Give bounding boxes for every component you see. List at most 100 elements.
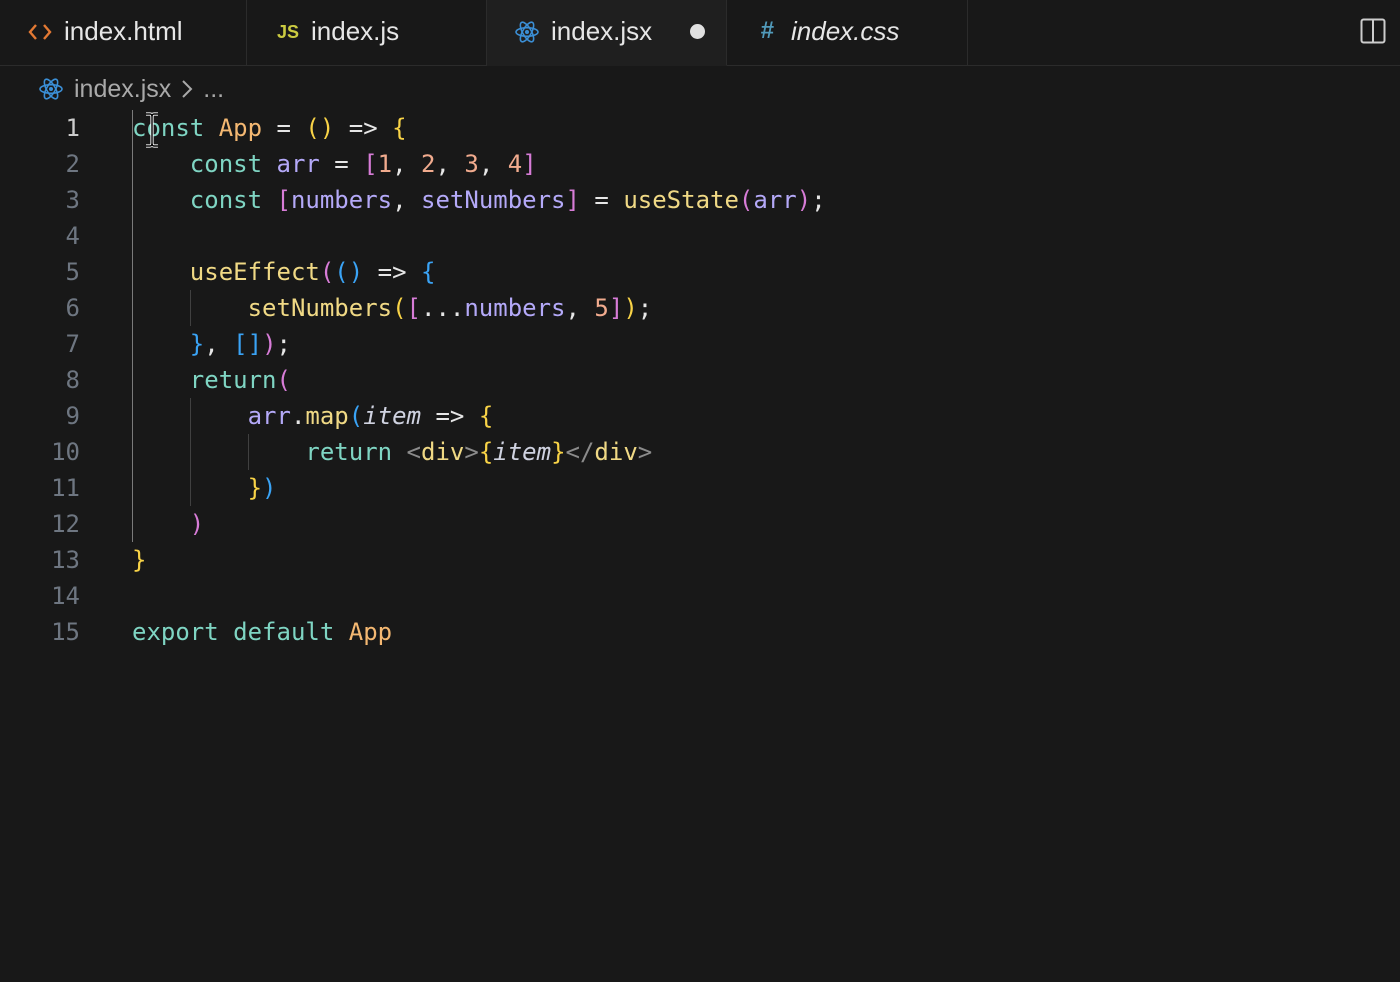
code-token: item [363, 402, 422, 430]
code-token: { [421, 258, 436, 286]
code-token: } [189, 330, 205, 358]
indent-guide [248, 434, 249, 470]
code-token: , [565, 294, 595, 322]
code-token: = [319, 150, 364, 178]
tab-label: index.js [311, 16, 400, 46]
code-token: ( [392, 294, 407, 322]
code-token: => [334, 114, 393, 142]
code-line[interactable]: 11 }) [0, 470, 1400, 506]
code-line[interactable]: 15 export default App [0, 614, 1400, 650]
code-token: () [305, 114, 335, 142]
code-token: [ [406, 294, 421, 322]
code-token: return [305, 438, 393, 466]
code-token: item [493, 438, 552, 466]
code-token: ) [189, 510, 205, 538]
code-line[interactable]: 3 const [numbers, setNumbers] = useState… [0, 182, 1400, 218]
code-line[interactable]: 10 return <div>{item}</div> [0, 434, 1400, 470]
code-token: setNumbers [421, 186, 566, 214]
code-token: > [637, 438, 653, 466]
code-line[interactable]: 14 [0, 578, 1400, 614]
code-token: ) [796, 186, 812, 214]
code-token: , [204, 330, 234, 358]
tab-index-css[interactable]: # index.css [727, 0, 968, 65]
tab-index-js[interactable]: JS index.js [247, 0, 487, 65]
code-text: const App = () => { [132, 110, 407, 146]
code-line[interactable]: 9 arr.map(item => { [0, 398, 1400, 434]
code-token: numbers [290, 186, 393, 214]
code-token: arr [753, 186, 797, 214]
js-file-icon: JS [276, 21, 300, 42]
unsaved-dot-icon[interactable] [690, 24, 705, 39]
breadcrumb-symbols[interactable]: ... [203, 75, 224, 104]
line-number: 5 [65, 258, 80, 286]
code-token: = [262, 114, 306, 142]
code-token: { [478, 438, 494, 466]
code-token: 3 [464, 150, 479, 178]
line-number: 12 [51, 510, 80, 538]
code-token: , [435, 150, 465, 178]
code-token: App [218, 114, 263, 142]
breadcrumb-file[interactable]: index.jsx [74, 75, 171, 104]
html-file-icon [28, 20, 52, 44]
line-number: 6 [65, 294, 80, 322]
code-line[interactable]: 2 const arr = [1, 2, 3, 4] [0, 146, 1400, 182]
code-token: } [132, 546, 147, 574]
code-token: < [406, 438, 421, 466]
code-token: [ [276, 186, 291, 214]
code-token: div [421, 438, 465, 466]
code-token: ) [262, 330, 277, 358]
code-token: , [478, 150, 508, 178]
indent-guide [132, 110, 133, 542]
code-token: export [132, 618, 219, 646]
code-token: > [464, 438, 479, 466]
code-token: useState [623, 186, 739, 214]
code-token: ) [262, 474, 277, 502]
code-line[interactable]: 5 useEffect(() => { [0, 254, 1400, 290]
split-editor-icon[interactable] [1360, 18, 1386, 44]
code-token: const [189, 150, 263, 178]
code-line[interactable]: 1 const App = () => { [0, 110, 1400, 146]
code-line[interactable]: 7 }, []); [0, 326, 1400, 362]
line-number: 10 [51, 438, 80, 466]
code-text: return <div>{item}</div> [132, 434, 652, 470]
code-token: App [348, 618, 393, 646]
tab-index-jsx[interactable]: index.jsx [487, 0, 727, 66]
line-number: 11 [51, 474, 80, 502]
code-token: default [233, 618, 335, 646]
code-line[interactable]: 8 return( [0, 362, 1400, 398]
code-token: ( [738, 186, 754, 214]
code-text: }) [132, 470, 277, 506]
code-token: div [594, 438, 638, 466]
code-line[interactable]: 13} [0, 542, 1400, 578]
code-token: 1 [377, 150, 393, 178]
code-editor[interactable]: 1 const App = () => {2 const arr = [1, 2,… [0, 110, 1400, 982]
editor-tab-bar: index.html JS index.js index.jsx # index… [0, 0, 1400, 66]
code-token: [] [233, 330, 263, 358]
code-token: ; [811, 186, 826, 214]
tab-index-html[interactable]: index.html [0, 0, 247, 65]
code-token: ] [522, 150, 537, 178]
code-line[interactable]: 4 [0, 218, 1400, 254]
code-line[interactable]: 12 ) [0, 506, 1400, 542]
code-token: arr [276, 150, 320, 178]
code-token: ; [276, 330, 291, 358]
indent-guide [190, 398, 191, 506]
code-token: </ [565, 438, 595, 466]
code-token: arr [247, 402, 291, 430]
line-number: 15 [51, 618, 80, 646]
react-file-icon [38, 76, 64, 102]
code-token: ; [637, 294, 653, 322]
breadcrumb: index.jsx ... [38, 72, 224, 106]
indent-guide [190, 290, 191, 326]
code-line[interactable]: 6 setNumbers([...numbers, 5]); [0, 290, 1400, 326]
code-token: => [363, 258, 421, 286]
code-token: } [551, 438, 566, 466]
code-text: setNumbers([...numbers, 5]); [132, 290, 653, 326]
